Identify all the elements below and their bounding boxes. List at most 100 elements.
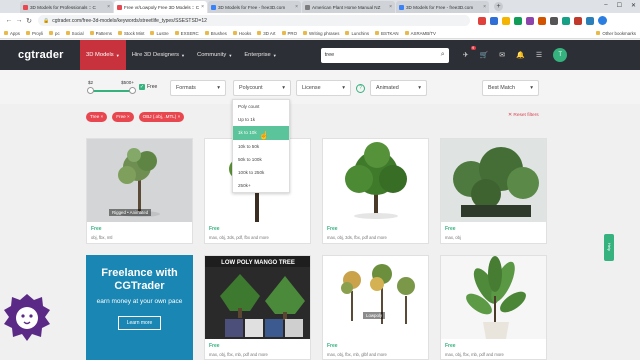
- price-slider-track[interactable]: [90, 90, 132, 92]
- price-slider-max-handle[interactable]: [129, 87, 136, 94]
- freelance-promo-card[interactable]: Freelance with CGTrader earn money at yo…: [86, 255, 193, 360]
- search-input[interactable]: tree ⌕: [320, 47, 449, 63]
- polycount-dropdown[interactable]: Polycount ▾: [233, 80, 291, 96]
- product-title[interactable]: Free: [445, 343, 456, 349]
- minimize-button[interactable]: –: [604, 2, 607, 9]
- reload-icon[interactable]: ↻: [24, 17, 34, 25]
- free-checkbox[interactable]: ✓ Free: [139, 84, 157, 90]
- filter-tag[interactable]: OBJ (.obj, .MTL) ×: [138, 112, 185, 122]
- nav-enterprise[interactable]: Enterprise ▼: [238, 40, 282, 70]
- extension-icon[interactable]: [490, 16, 498, 25]
- product-card[interactable]: Free max, obj, fbx, mb, pdf and more: [440, 255, 547, 360]
- product-card[interactable]: Lowpoly Free max, obj, fbx, mb, glbf and…: [322, 255, 429, 360]
- reset-filters-link[interactable]: ✕ Reset filters: [508, 113, 539, 118]
- profile-icon[interactable]: [598, 16, 607, 25]
- tab-close-icon[interactable]: ×: [483, 4, 486, 10]
- bookmark[interactable]: Brushes: [204, 31, 227, 36]
- menu-icon[interactable]: ☰: [536, 51, 542, 59]
- browser-tab[interactable]: 3D Models for Free - free3D.com ×: [208, 1, 301, 13]
- tab-close-icon[interactable]: ×: [389, 4, 392, 10]
- back-icon[interactable]: ←: [4, 17, 14, 24]
- menu-item-polycount[interactable]: Poly count: [233, 100, 289, 113]
- menu-item-up-to-1k[interactable]: Up to 1k: [233, 113, 289, 126]
- tab-close-icon[interactable]: ×: [201, 4, 204, 10]
- product-title[interactable]: Free: [327, 226, 338, 232]
- extension-icon[interactable]: [538, 16, 546, 25]
- nav-community[interactable]: Community ▼: [191, 40, 238, 70]
- bookmark[interactable]: BSTKAN: [375, 31, 399, 36]
- bookmark[interactable]: 3D Art: [257, 31, 276, 36]
- product-thumbnail[interactable]: Rigged • Animated: [87, 139, 192, 222]
- nav-hire-designers[interactable]: Hire 3D Designers ▼: [126, 40, 191, 70]
- bookmark[interactable]: Stock Mint: [117, 31, 144, 36]
- bookmark[interactable]: Patterns: [89, 31, 112, 36]
- menu-item-250k-plus[interactable]: 250k+: [233, 179, 289, 192]
- search-icon[interactable]: ⌕: [441, 51, 445, 59]
- help-side-tab[interactable]: Help: [604, 234, 614, 261]
- tab-close-icon[interactable]: ×: [295, 4, 298, 10]
- product-card[interactable]: Free max, obj, 3ds, fbx, pdf and more: [322, 138, 429, 244]
- product-title[interactable]: Free: [445, 226, 456, 232]
- nav-3d-models[interactable]: 3D Models ▼: [80, 40, 126, 70]
- extension-icon[interactable]: [550, 16, 558, 25]
- price-slider-min-handle[interactable]: [87, 87, 94, 94]
- bookmark[interactable]: PRO: [281, 31, 297, 36]
- bookmark[interactable]: EXSERC: [174, 31, 199, 36]
- maximize-button[interactable]: ☐: [617, 2, 622, 9]
- product-title[interactable]: Free: [327, 343, 338, 349]
- bookmark[interactable]: Proyli: [26, 31, 43, 36]
- extension-icon[interactable]: [514, 16, 522, 25]
- url-field[interactable]: 🔒 cgtrader.com/free-3d-models/keywords/s…: [38, 15, 470, 26]
- bookmark[interactable]: Hooks: [232, 31, 251, 36]
- extension-icon[interactable]: [502, 16, 510, 25]
- product-thumbnail[interactable]: [441, 256, 546, 339]
- cgtrader-logo[interactable]: cgtrader: [18, 49, 80, 61]
- formats-dropdown[interactable]: Formats ▾: [170, 80, 226, 96]
- bookmark[interactable]: Apps: [4, 31, 20, 36]
- other-bookmarks[interactable]: Other bookmarks: [596, 31, 636, 36]
- product-thumbnail[interactable]: [441, 139, 546, 222]
- browser-tab[interactable]: 3D Models for Professionals :: C ×: [20, 1, 113, 13]
- bookmark[interactable]: pc: [49, 31, 60, 36]
- extension-icon[interactable]: [562, 16, 570, 25]
- browser-tab[interactable]: 3D Models for Free - free3D.com ×: [396, 1, 489, 13]
- product-title[interactable]: Free: [91, 226, 102, 232]
- menu-item-50k-100k[interactable]: 50k to 100k: [233, 153, 289, 166]
- product-thumbnail[interactable]: LOW POLY MANGO TREE: [205, 256, 310, 339]
- product-thumbnail[interactable]: Lowpoly: [323, 256, 428, 339]
- sort-dropdown[interactable]: Best Match ▾: [482, 80, 539, 96]
- filter-tag[interactable]: Free ×: [112, 112, 134, 122]
- bookmark[interactable]: Lustre: [150, 31, 169, 36]
- product-title[interactable]: Free: [209, 343, 220, 349]
- product-card[interactable]: Free max, obj: [440, 138, 547, 244]
- extension-icon[interactable]: [526, 16, 534, 25]
- product-title[interactable]: Free: [209, 226, 220, 232]
- help-icon[interactable]: ?: [356, 84, 365, 93]
- extension-icon[interactable]: [586, 16, 594, 25]
- extension-icon[interactable]: [478, 16, 486, 25]
- rocket-icon[interactable]: ✈ 9: [463, 46, 476, 59]
- animated-dropdown[interactable]: Animated ▾: [370, 80, 427, 96]
- forward-icon[interactable]: →: [14, 17, 24, 24]
- mail-icon[interactable]: ✉: [499, 51, 505, 59]
- menu-item-100k-250k[interactable]: 100k to 250k: [233, 166, 289, 179]
- menu-item-10k-50k[interactable]: 10k to 50k: [233, 140, 289, 153]
- cart-icon[interactable]: 🛒: [480, 51, 489, 59]
- product-card[interactable]: LOW POLY MANGO TREE Free max, obj, fbx, …: [204, 255, 311, 360]
- bookmark[interactable]: Lunchins: [345, 31, 369, 36]
- bookmark[interactable]: Social: [65, 31, 84, 36]
- product-thumbnail[interactable]: [323, 139, 428, 222]
- license-dropdown[interactable]: License ▾: [296, 80, 351, 96]
- filter-tag[interactable]: Tree ×: [86, 112, 108, 122]
- bookmark[interactable]: Writing phrases: [303, 31, 339, 36]
- tab-close-icon[interactable]: ×: [107, 4, 110, 10]
- bell-icon[interactable]: 🔔: [516, 51, 525, 59]
- close-window-button[interactable]: ✕: [631, 2, 636, 9]
- learn-more-button[interactable]: Learn more: [117, 316, 162, 330]
- new-tab-button[interactable]: +: [494, 2, 503, 11]
- browser-tab-active[interactable]: Free vr/Lowpoly Free 3D Models :: C ×: [114, 1, 207, 13]
- extension-icon[interactable]: [574, 16, 582, 25]
- browser-tab[interactable]: American Plant Home Manual NZ ×: [302, 1, 395, 13]
- avatar[interactable]: T: [553, 48, 568, 62]
- bookmark[interactable]: ASRAMB/TV: [404, 31, 436, 36]
